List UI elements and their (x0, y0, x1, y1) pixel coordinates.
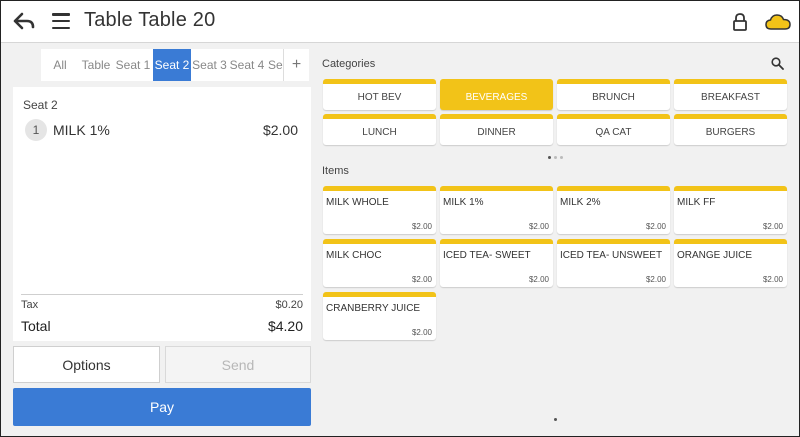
pay-button[interactable]: Pay (13, 388, 311, 426)
tab-seat-2[interactable]: Seat 2 (153, 49, 191, 81)
category-qa-cat[interactable]: QA CAT (557, 114, 670, 145)
lock-icon[interactable] (732, 12, 748, 32)
item-tile-name: MILK CHOC (326, 250, 382, 261)
item-tile-price: $2.00 (762, 222, 783, 231)
item-tile-price: $2.00 (528, 275, 549, 284)
item-tile-price: $2.00 (411, 275, 432, 284)
totals-divider (21, 294, 303, 295)
back-arrow-icon[interactable] (11, 10, 37, 32)
tab-seat-3[interactable]: Seat 3 (191, 49, 228, 81)
item-tile-name: ICED TEA- SWEET (443, 250, 531, 261)
category-burgers[interactable]: BURGERS (674, 114, 787, 145)
seat-tab-bar: All Table Seat 1 Seat 2 Seat 3 Seat 4 Se… (41, 49, 309, 81)
item-price: $2.00 (262, 122, 298, 138)
item-tile-name: CRANBERRY JUICE (326, 303, 421, 314)
item-tile-name: ORANGE JUICE (677, 250, 753, 261)
item-tile[interactable]: MILK WHOLE $2.00 (323, 186, 436, 234)
item-tile-name: MILK 2% (560, 197, 601, 208)
item-tile[interactable]: ICED TEA- SWEET $2.00 (440, 239, 553, 287)
item-tile-name: MILK 1% (443, 197, 484, 208)
total-value: $4.20 (267, 318, 303, 334)
tab-seat-1[interactable]: Seat 1 (113, 49, 153, 81)
item-tile[interactable]: ORANGE JUICE $2.00 (674, 239, 787, 287)
item-quantity: 1 (25, 119, 47, 141)
tab-all[interactable]: All (41, 49, 79, 81)
cloud-icon[interactable] (765, 12, 791, 32)
total-label: Total (21, 318, 51, 334)
page-dot (554, 156, 557, 159)
order-line-item[interactable]: 1 MILK 1% $2.00 (25, 119, 301, 141)
options-button[interactable]: Options (13, 346, 160, 383)
item-tile[interactable]: ICED TEA- UNSWEET $2.00 (557, 239, 670, 287)
top-bar: Table Table 20 (1, 1, 799, 43)
item-tile-price: $2.00 (411, 222, 432, 231)
category-dinner[interactable]: DINNER (440, 114, 553, 145)
item-tile-price: $2.00 (645, 222, 666, 231)
add-seat-button[interactable]: + (283, 49, 309, 81)
seat-label: Seat 2 (23, 98, 58, 112)
item-tile-name: ICED TEA- UNSWEET (560, 250, 663, 261)
item-tile[interactable]: MILK 1% $2.00 (440, 186, 553, 234)
send-button[interactable]: Send (165, 346, 311, 383)
item-tile[interactable]: MILK CHOC $2.00 (323, 239, 436, 287)
items-heading: Items (322, 165, 349, 177)
page-dot (560, 156, 563, 159)
tax-label: Tax (21, 299, 39, 311)
item-tile[interactable]: CRANBERRY JUICE $2.00 (323, 292, 436, 340)
hamburger-menu-icon[interactable] (52, 13, 70, 29)
category-lunch[interactable]: LUNCH (323, 114, 436, 145)
item-tile-name: MILK FF (677, 197, 716, 208)
page-dot-active (554, 418, 557, 421)
item-tile[interactable]: MILK FF $2.00 (674, 186, 787, 234)
item-tile-price: $2.00 (528, 222, 549, 231)
item-tile-price: $2.00 (411, 328, 432, 337)
tab-seat-4[interactable]: Seat 4 (228, 49, 266, 81)
categories-heading: Categories (322, 58, 376, 70)
tab-table[interactable]: Table (79, 49, 113, 81)
page-dot-active (548, 156, 551, 159)
search-icon[interactable] (771, 57, 784, 70)
order-panel: Seat 2 1 MILK 1% $2.00 Tax $0.20 Total $… (13, 87, 311, 341)
item-tile-price: $2.00 (762, 275, 783, 284)
item-tile-price: $2.00 (645, 275, 666, 284)
category-brunch[interactable]: BRUNCH (557, 79, 670, 110)
app-frame: Table Table 20 All Table Seat 1 Seat 2 S… (0, 0, 800, 437)
page-title: Table Table 20 (84, 9, 216, 31)
item-page-indicator[interactable] (554, 418, 557, 421)
item-name: MILK 1% (53, 122, 110, 138)
category-page-indicator[interactable] (548, 156, 563, 159)
category-beverages[interactable]: BEVERAGES (440, 79, 553, 110)
tab-seat-5[interactable]: Sea (266, 49, 283, 81)
item-tile[interactable]: MILK 2% $2.00 (557, 186, 670, 234)
category-breakfast[interactable]: BREAKFAST (674, 79, 787, 110)
item-tile-name: MILK WHOLE (326, 197, 389, 208)
category-hot-bev[interactable]: HOT BEV (323, 79, 436, 110)
tax-value: $0.20 (275, 299, 303, 311)
